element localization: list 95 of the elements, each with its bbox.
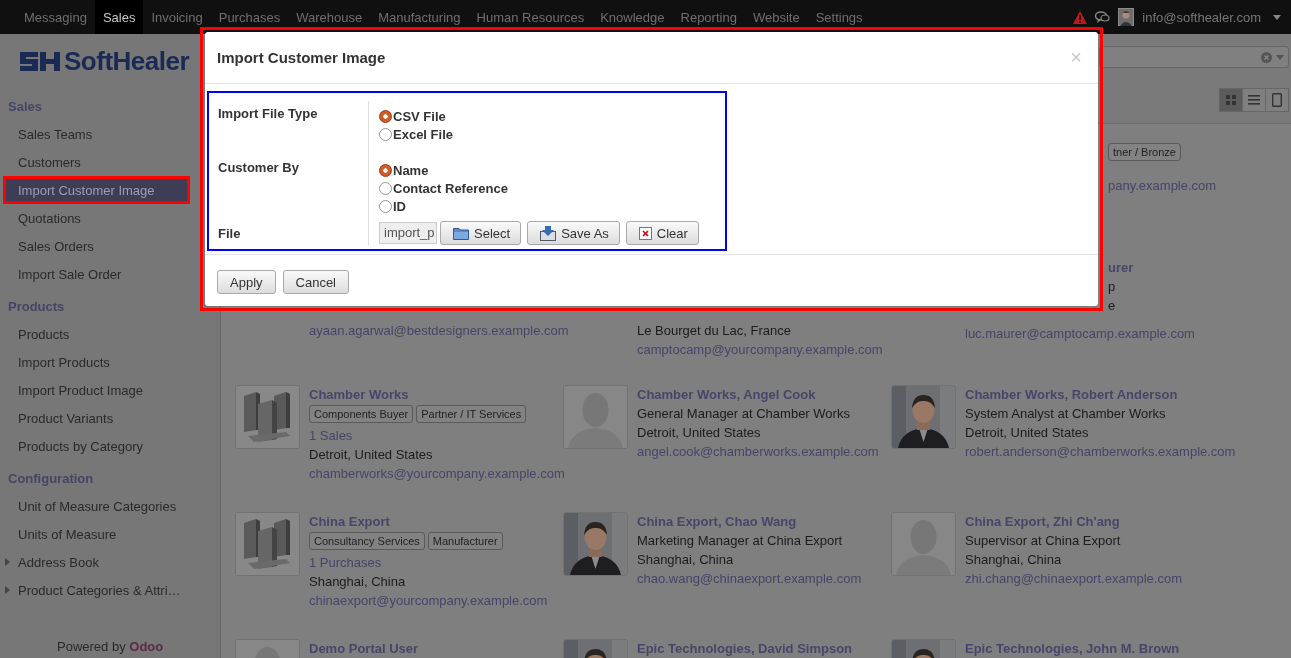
clear-button[interactable]: Clear bbox=[625, 221, 699, 245]
contact-name[interactable]: Epic Technologies, David Simpson bbox=[637, 639, 853, 658]
card-link[interactable]: chao.wang@chinaexport.example.com bbox=[637, 569, 862, 588]
tag: tner / Bronze bbox=[1108, 143, 1181, 161]
save-button[interactable]: Save As bbox=[527, 221, 620, 245]
menu-item[interactable]: Invoicing bbox=[143, 0, 211, 34]
tag: Partner / IT Services bbox=[416, 405, 527, 423]
contact-name[interactable]: China Export, Chao Wang bbox=[637, 512, 797, 531]
sidebar-item[interactable]: Quotations bbox=[0, 204, 196, 232]
card-link[interactable]: chamberworks@yourcompany.example.com bbox=[309, 464, 565, 483]
search-field[interactable] bbox=[1099, 46, 1289, 68]
powered-by-text: Powered by Odoo bbox=[56, 639, 165, 656]
form-view-button[interactable] bbox=[1265, 88, 1289, 112]
contact-name[interactable]: Chamber Works, Robert Anderson bbox=[965, 385, 1178, 404]
sidebar-item[interactable]: Sales Orders bbox=[0, 232, 196, 260]
field-label: File bbox=[218, 225, 242, 243]
card-link[interactable]: luc.maurer@camptocamp.example.com bbox=[965, 324, 1195, 343]
sidebar-item[interactable]: Import Product Image bbox=[0, 376, 196, 404]
card-text: Shanghai, China bbox=[965, 551, 1062, 569]
radio-button[interactable]: Contact Reference bbox=[379, 179, 508, 197]
sidebar-item[interactable]: Unit of Measure Categories bbox=[0, 492, 196, 520]
list-view-button[interactable] bbox=[1242, 88, 1266, 112]
user-menu[interactable]: info@softhealer.com bbox=[1142, 9, 1261, 25]
caret-icon bbox=[1276, 54, 1284, 60]
card-link[interactable]: zhi.chang@chinaexport.example.com bbox=[965, 569, 1182, 588]
sidebar-item[interactable]: Import Products bbox=[0, 348, 196, 376]
folder-icon bbox=[453, 226, 469, 240]
contact-name[interactable]: China Export bbox=[309, 512, 390, 531]
sidebar-item[interactable]: Address Book bbox=[0, 548, 196, 576]
card-link[interactable]: pany.example.com bbox=[1108, 176, 1217, 195]
logo-icon bbox=[18, 49, 62, 73]
card-link[interactable]: 1 Purchases bbox=[309, 553, 382, 572]
radio-button[interactable]: CSV File bbox=[379, 107, 446, 125]
card-text: Shanghai, China bbox=[309, 573, 406, 591]
radio-button[interactable]: Name bbox=[379, 161, 429, 179]
card-text: Detroit, United States bbox=[637, 424, 761, 442]
card-text: Marketing Manager at China Export bbox=[637, 532, 843, 550]
menu-item[interactable]: Messaging bbox=[16, 0, 95, 34]
logo-text: SoftHealer bbox=[64, 45, 190, 77]
card-link[interactable]: ayaan.agarwal@bestdesigners.example.com bbox=[309, 321, 569, 340]
card-text: General Manager at Chamber Works bbox=[637, 405, 850, 423]
alert-icon bbox=[1073, 10, 1088, 24]
contact-name[interactable]: China Export, Zhi Ch'ang bbox=[965, 512, 1120, 531]
sidebar-item[interactable]: Product Variants bbox=[0, 404, 196, 432]
sidebar-item[interactable]: Customers bbox=[0, 148, 196, 176]
sidebar-item[interactable]: Import Customer Image bbox=[3, 176, 190, 204]
card-link[interactable]: angel.cook@chamberworks.example.com bbox=[637, 442, 879, 461]
apply-button[interactable]: Apply bbox=[217, 270, 276, 294]
buildings-icon bbox=[235, 385, 300, 449]
chat-icon bbox=[1095, 10, 1111, 24]
sidebar-item[interactable]: Import Sale Order bbox=[0, 260, 196, 288]
list-icon bbox=[1248, 95, 1260, 105]
grid-icon bbox=[1226, 95, 1236, 105]
tag: Manufacturer bbox=[427, 532, 503, 550]
card-link[interactable]: 1 Sales bbox=[309, 426, 353, 445]
sidebar-item[interactable]: Units of Measure bbox=[0, 520, 196, 548]
contact-name[interactable]: urer bbox=[1108, 258, 1134, 277]
card-link[interactable]: chinaexport@yourcompany.example.com bbox=[309, 591, 548, 610]
clear-icon bbox=[638, 226, 652, 240]
sidebar-item[interactable]: Products bbox=[0, 320, 196, 348]
card-text: System Analyst at Chamber Works bbox=[965, 405, 1166, 423]
clear-icon bbox=[1261, 51, 1272, 63]
card-link[interactable]: camptocamp@yourcompany.example.com bbox=[637, 340, 883, 359]
contact-name[interactable]: Chamber Works, Angel Cook bbox=[637, 385, 816, 404]
sidebar-item[interactable]: Product Categories & Attri… bbox=[0, 576, 196, 604]
contact-name[interactable]: Demo Portal User bbox=[309, 639, 419, 658]
buildings-icon bbox=[235, 512, 300, 576]
select-button[interactable]: Select bbox=[440, 221, 522, 245]
dialog-title: Import Customer Image bbox=[217, 49, 386, 66]
contact-name[interactable]: Chamber Works bbox=[309, 385, 409, 404]
field-label: Customer By bbox=[218, 159, 300, 177]
cancel-button[interactable]: Cancel bbox=[282, 270, 349, 294]
card-text: Detroit, United States bbox=[309, 446, 433, 464]
menu-item[interactable]: Sales bbox=[94, 0, 144, 34]
card-text: Shanghai, China bbox=[637, 551, 734, 569]
tag: Consultancy Services bbox=[309, 532, 425, 550]
field-label: Import File Type bbox=[218, 105, 319, 123]
caret-icon bbox=[1273, 14, 1281, 20]
contact-name[interactable]: Epic Technologies, John M. Brown bbox=[965, 639, 1180, 658]
sidebar-item[interactable]: Products by Category bbox=[0, 432, 196, 460]
kanban-view-button[interactable] bbox=[1219, 88, 1243, 112]
sidebar-item[interactable]: Sales Teams bbox=[0, 120, 196, 148]
card-link[interactable]: robert.anderson@chamberworks.example.com bbox=[965, 442, 1236, 461]
card-text: Le Bourget du Lac, France bbox=[637, 322, 791, 340]
card-text: Supervisor at China Export bbox=[965, 532, 1121, 550]
close-button[interactable]: × bbox=[1066, 46, 1086, 69]
phone-icon bbox=[1272, 93, 1282, 107]
card-text: p bbox=[1108, 278, 1116, 296]
radio-button[interactable]: Excel File bbox=[379, 125, 453, 143]
card-text: Detroit, United States bbox=[965, 424, 1089, 442]
radio-button[interactable]: ID bbox=[379, 197, 406, 215]
file-name-field[interactable]: import_p bbox=[379, 222, 437, 244]
tag: Components Buyer bbox=[309, 405, 414, 423]
save-icon bbox=[540, 225, 557, 241]
card-text: e bbox=[1108, 297, 1116, 315]
